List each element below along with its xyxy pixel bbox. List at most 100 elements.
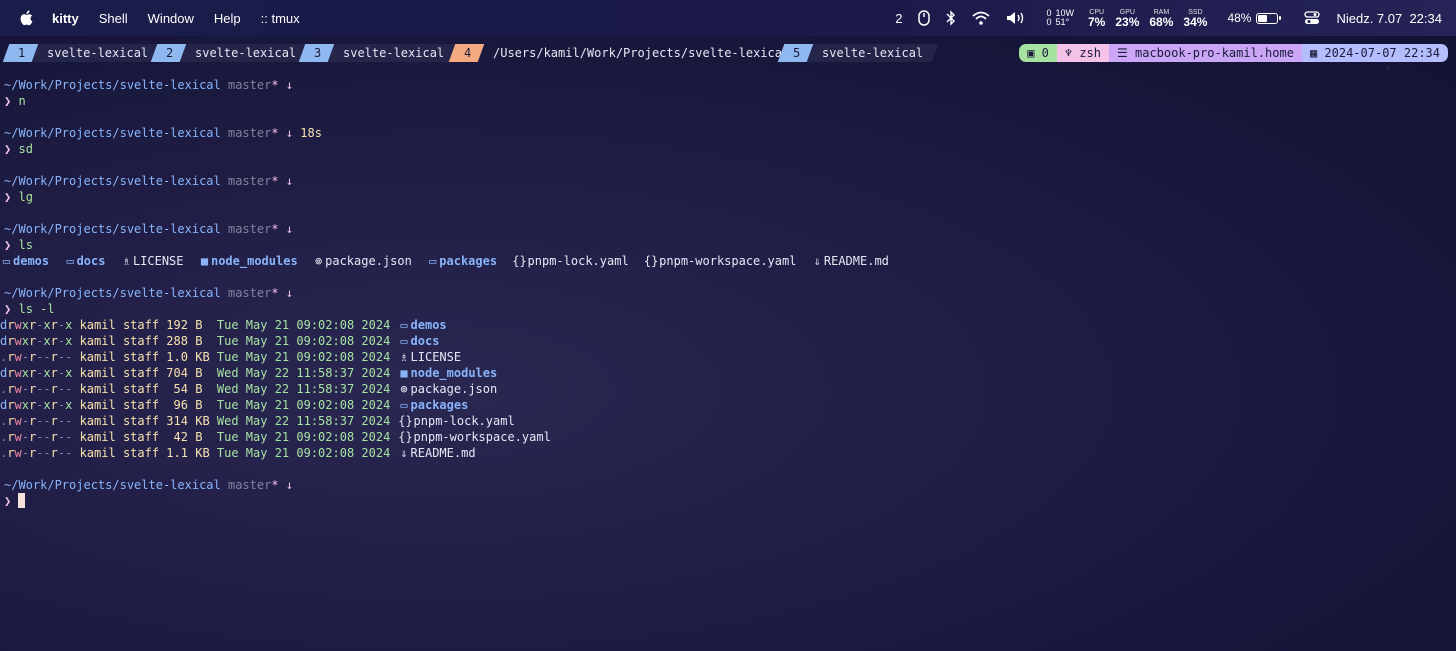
file-size: 704 [166,366,188,380]
prompt-char: ❯ [4,190,12,204]
git-branch: master [227,174,272,188]
tmux-window-4[interactable]: 4 /Users/kamil/Work/Projects/svelte-lexi… [448,43,801,63]
power-readout: 00 10W 51° [1046,9,1074,27]
size-unit: B [195,366,210,380]
group: staff [122,414,160,428]
volume-icon[interactable] [1006,11,1026,25]
group: staff [122,430,160,444]
prompt-path: ~/Work/Projects/svelte-lexical [4,174,221,188]
apple-icon[interactable] [19,10,33,26]
permissions: drwxr-xr-x [0,366,73,380]
file-name: README.md [410,446,476,460]
gpu-stat[interactable]: GPU 23% [1115,9,1139,28]
tmux-window-3[interactable]: 3 svelte-lexical [298,43,460,63]
prompt-header: ~/Work/Projects/svelte-lexical master* ↓… [4,125,889,141]
permissions: drwxr-xr-x [0,318,73,332]
command-text: lg [18,190,33,204]
clock[interactable]: Niedz. 7.07 22:34 [1336,11,1442,26]
git-dirty: * [271,286,279,300]
size-unit: B [195,398,210,412]
prompt-line[interactable]: ❯ sd [4,141,889,157]
file-size: 1.1 [166,446,188,460]
folder-icon: ▭ [429,254,437,268]
menu-tmux[interactable]: :: tmux [261,11,300,26]
control-center-icon[interactable] [1304,11,1321,25]
spaces-indicator[interactable]: 2 [895,11,902,26]
tmux-shell: ♆ zsh [1056,44,1110,62]
tmux-window-number: 4 [464,46,472,60]
git-behind: ↓ [285,78,294,92]
cpu-stat[interactable]: CPU 7% [1088,9,1105,28]
terminal-output[interactable]: ~/Work/Projects/svelte-lexical master* ↓… [0,77,889,509]
ram-stat[interactable]: RAM 68% [1149,9,1173,28]
command-text: n [18,94,26,108]
ls-item: demos [13,254,50,268]
file-name: node_modules [410,366,498,380]
prompt-path: ~/Work/Projects/svelte-lexical [4,222,221,236]
file-size: 42 [166,430,188,444]
prompt-line[interactable]: ❯ ls [4,237,889,253]
git-branch: master [227,78,272,92]
permissions: .rw-r--r-- [0,350,73,364]
battery-status[interactable]: 48% [1227,11,1282,25]
owner: kamil [79,414,116,428]
wifi-icon[interactable] [972,11,991,25]
git-branch: master [227,126,272,140]
tmux-window-2[interactable]: 2 svelte-lexical [150,43,312,63]
tmux-window-name: svelte-lexical [822,46,924,60]
modified-date: Tue May 21 09:02:08 2024 [216,446,391,460]
markdown-icon: ⇓ [813,254,821,268]
menu-shell[interactable]: Shell [99,11,128,26]
prompt-header: ~/Work/Projects/svelte-lexical master* ↓ [4,221,889,237]
prompt-line[interactable]: ❯ n [4,93,889,109]
mouse-icon[interactable] [918,10,931,26]
yaml-icon: {} [398,430,413,444]
folder-icon: ▭ [2,254,11,268]
ssd-stat[interactable]: SSD 34% [1183,9,1207,28]
prompt-line[interactable]: ❯ lg [4,189,889,205]
tmux-window-number: 5 [793,46,801,60]
size-unit: KB [195,446,210,460]
git-behind: ↓ [285,126,294,140]
battery-percent: 48% [1227,11,1252,25]
group: staff [122,350,160,364]
prompt-char: ❯ [4,94,12,108]
permissions: .rw-r--r-- [0,430,73,444]
prompt-header: ~/Work/Projects/svelte-lexical master* ↓ [4,173,889,189]
menu-bar: kitty Shell Window Help :: tmux 2 00 10W… [0,0,1456,36]
size-unit: B [195,334,210,348]
menu-window[interactable]: Window [148,11,194,26]
ls-long-row: .rw-r--r-- kamil staff 1.1 KB Tue May 21… [0,445,889,461]
bluetooth-icon[interactable] [946,10,956,26]
desktop-icon[interactable]: ▫ [1368,62,1408,74]
menu-app-name[interactable]: kitty [52,11,79,26]
file-name: LICENSE [410,350,462,364]
git-dirty: * [271,478,279,492]
ls-long-row: drwxr-xr-x kamil staff 704 B Wed May 22 … [0,365,889,381]
file-size: 192 [166,318,188,332]
owner: kamil [79,398,116,412]
shell-name: zsh [1079,46,1102,60]
file-size: 288 [166,334,188,348]
ram-value: 68% [1149,14,1174,29]
file-size: 96 [166,398,188,412]
group: staff [122,366,160,380]
tmux-window-1[interactable]: 1 svelte-lexical [2,43,164,63]
ls-long-row: .rw-r--r-- kamil staff 1.0 KB Tue May 21… [0,349,889,365]
owner: kamil [79,366,116,380]
session-number: 0 [1041,46,1049,60]
git-dirty: * [271,78,279,92]
prompt-char: ❯ [4,302,12,316]
menu-help[interactable]: Help [214,11,241,26]
prompt-line[interactable]: ❯ ls -l [4,301,889,317]
file-name: pnpm-lock.yaml [413,414,515,428]
modified-date: Tue May 21 09:02:08 2024 [216,430,391,444]
owner: kamil [79,382,116,396]
prompt-line[interactable]: ❯ [4,493,889,509]
tmux-window-5[interactable]: 5 svelte-lexical [777,43,939,63]
prompt-header: ~/Work/Projects/svelte-lexical master* ↓ [4,285,889,301]
permissions: drwxr-xr-x [0,398,73,412]
